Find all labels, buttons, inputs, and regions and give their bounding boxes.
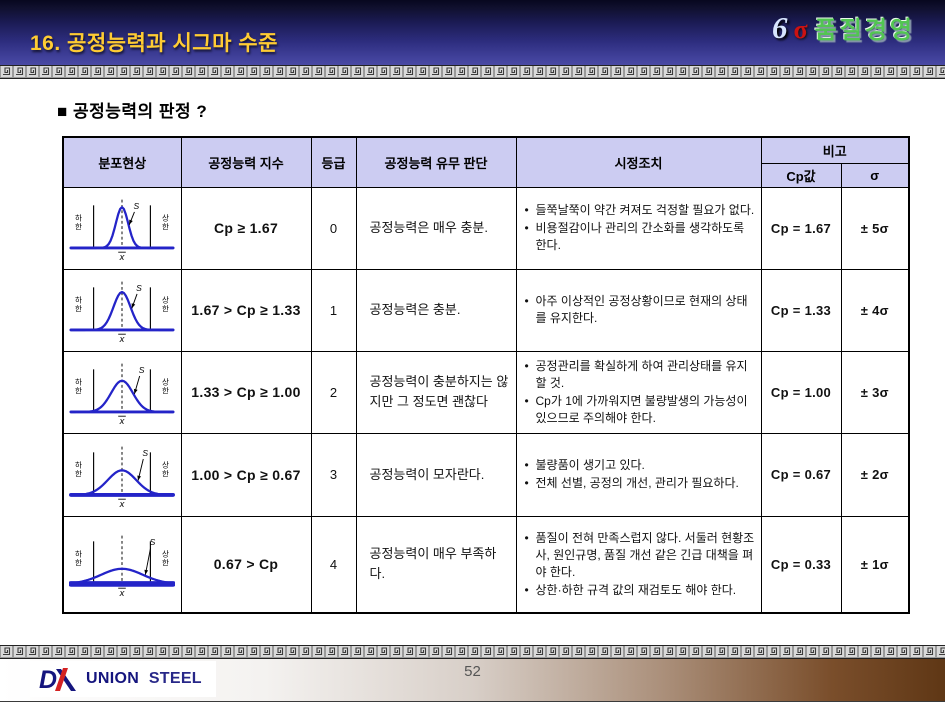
svg-text:상한: 상한 <box>162 549 169 568</box>
svg-text:S: S <box>139 365 145 375</box>
sigma-level-cell: ± 4σ <box>841 269 909 351</box>
svg-text:x: x <box>119 334 125 345</box>
cp-value-cell: Cp = 0.67 <box>761 433 841 516</box>
slide: 16. 공정능력과 시그마 수준 6 σ 품질경영 ■ 공정능력의 판정 ? <box>0 0 945 708</box>
sigma-icon: σ <box>794 15 808 45</box>
slide-title: 16. 공정능력과 시그마 수준 <box>30 27 278 57</box>
col-header-sigma: σ <box>841 163 909 187</box>
col-header-action: 시정조치 <box>516 137 761 187</box>
greek-key-border-bottom <box>0 645 945 659</box>
svg-text:하한: 하한 <box>75 549 82 568</box>
judgment-cell: 공정능력이 매우 부족하다. <box>356 516 516 613</box>
distribution-diagram-cell: 하한 상한 Sx <box>63 351 181 433</box>
svg-text:x: x <box>119 252 125 263</box>
svg-text:x: x <box>119 499 125 510</box>
bell-curve-diagram: 하한 상한 Sx <box>69 530 175 600</box>
grade-cell: 3 <box>311 433 356 516</box>
bell-curve-diagram: 하한 상한 Sx <box>69 194 175 264</box>
action-item: Cp가 1에 가까워지면 불량발생의 가능성이 있으므로 주의해야 한다. <box>525 393 757 427</box>
cp-value-cell: Cp = 1.00 <box>761 351 841 433</box>
action-item: 들쭉날쭉이 약간 켜져도 걱정할 필요가 없다. <box>525 202 757 219</box>
cp-index-cell: 1.67 > Cp ≥ 1.33 <box>181 269 311 351</box>
svg-text:상한: 상한 <box>162 212 169 231</box>
action-cell: 들쭉날쭉이 약간 켜져도 걱정할 필요가 없다. 비용절감이나 관리의 간소화를… <box>516 187 761 269</box>
distribution-diagram-cell: 하한 상한 Sx <box>63 269 181 351</box>
action-item: 불량품이 생기고 있다. <box>525 457 757 474</box>
table-row: 하한 상한 Sx 0.67 > Cp 4 공정능력이 매우 부족하다. 품질이 전혀… <box>63 516 909 613</box>
table-row: 하한 상한 Sx 1.67 > Cp ≥ 1.33 1 공정능력은 충분. 아주 이… <box>63 269 909 351</box>
col-header-grade: 등급 <box>311 137 356 187</box>
col-header-remarks: 비고 <box>761 137 909 163</box>
greek-key-border-top <box>0 65 945 79</box>
svg-text:상한: 상한 <box>162 459 169 478</box>
distribution-diagram-cell: 하한 상한 Sx <box>63 516 181 613</box>
judgment-cell: 공정능력이 충분하지는 않지만 그 정도면 괜찮다 <box>356 351 516 433</box>
sigma-level-cell: ± 5σ <box>841 187 909 269</box>
table-row: 하한 상한 Sx 1.00 > Cp ≥ 0.67 3 공정능력이 모자란다. 불량… <box>63 433 909 516</box>
cp-value-cell: Cp = 1.67 <box>761 187 841 269</box>
svg-text:S: S <box>150 538 156 548</box>
col-header-judgment: 공정능력 유무 판단 <box>356 137 516 187</box>
action-item: 품질이 전혀 만족스럽지 않다. 서둘러 현황조사, 원인규명, 품질 개선 같… <box>525 530 757 581</box>
table-header-row: 분포현상 공정능력 지수 등급 공정능력 유무 판단 시정조치 비고 <box>63 137 909 163</box>
svg-text:S: S <box>134 201 140 211</box>
brand-name: 품질경영 <box>815 10 915 45</box>
action-item: 아주 이상적인 공정상황이므로 현재의 상태를 유지한다. <box>525 293 757 327</box>
svg-text:하한: 하한 <box>75 377 82 396</box>
cp-index-cell: 1.00 > Cp ≥ 0.67 <box>181 433 311 516</box>
grade-cell: 1 <box>311 269 356 351</box>
judgment-cell: 공정능력은 충분. <box>356 269 516 351</box>
footer-bar: D UNION STEEL 52 <box>0 659 945 702</box>
sigma-level-cell: ± 1σ <box>841 516 909 613</box>
action-cell: 품질이 전혀 만족스럽지 않다. 서둘러 현황조사, 원인규명, 품질 개선 같… <box>516 516 761 613</box>
cp-value-cell: Cp = 1.33 <box>761 269 841 351</box>
bell-curve-diagram: 하한 상한 Sx <box>69 358 175 428</box>
cp-index-cell: 0.67 > Cp <box>181 516 311 613</box>
judgment-cell: 공정능력은 매우 충분. <box>356 187 516 269</box>
sigma-level-cell: ± 3σ <box>841 351 909 433</box>
action-cell: 아주 이상적인 공정상황이므로 현재의 상태를 유지한다. <box>516 269 761 351</box>
col-header-distribution: 분포현상 <box>63 137 181 187</box>
svg-text:x: x <box>119 589 125 600</box>
grade-cell: 2 <box>311 351 356 433</box>
svg-text:하한: 하한 <box>75 294 82 313</box>
cp-index-cell: Cp ≥ 1.67 <box>181 187 311 269</box>
brand-six: 6 <box>772 10 788 46</box>
bell-curve-diagram: 하한 상한 Sx <box>69 441 175 511</box>
sigma-level-cell: ± 2σ <box>841 433 909 516</box>
svg-text:하한: 하한 <box>75 212 82 231</box>
distribution-diagram-cell: 하한 상한 Sx <box>63 433 181 516</box>
cp-index-cell: 1.33 > Cp ≥ 1.00 <box>181 351 311 433</box>
cp-value-cell: Cp = 0.33 <box>761 516 841 613</box>
col-header-cp-value: Cp값 <box>761 163 841 187</box>
svg-text:S: S <box>143 448 149 458</box>
svg-text:x: x <box>119 416 125 427</box>
page-number: 52 <box>0 663 945 680</box>
action-cell: 불량품이 생기고 있다. 전체 선별, 공정의 개선, 관리가 필요하다. <box>516 433 761 516</box>
grade-cell: 4 <box>311 516 356 613</box>
table-row: 하한 상한 Sx Cp ≥ 1.67 0 공정능력은 매우 충분. 들쭉날쭉이 약간… <box>63 187 909 269</box>
action-item: 공정관리를 확실하게 하여 관리상태를 유지할 것. <box>525 358 757 392</box>
action-cell: 공정관리를 확실하게 하여 관리상태를 유지할 것. Cp가 1에 가까워지면 … <box>516 351 761 433</box>
grade-cell: 0 <box>311 187 356 269</box>
action-item: 상한·하한 규격 값의 재검토도 해야 한다. <box>525 582 757 599</box>
svg-text:S: S <box>136 283 142 293</box>
process-capability-table: 분포현상 공정능력 지수 등급 공정능력 유무 판단 시정조치 비고 Cp값 σ… <box>62 136 910 614</box>
bell-curve-diagram: 하한 상한 Sx <box>69 276 175 346</box>
table-row: 하한 상한 Sx 1.33 > Cp ≥ 1.00 2 공정능력이 충분하지는 않지… <box>63 351 909 433</box>
action-item: 비용절감이나 관리의 간소화를 생각하도록 한다. <box>525 220 757 254</box>
judgment-cell: 공정능력이 모자란다. <box>356 433 516 516</box>
title-bar: 16. 공정능력과 시그마 수준 6 σ 품질경영 <box>0 0 945 65</box>
col-header-cp-index: 공정능력 지수 <box>181 137 311 187</box>
svg-text:하한: 하한 <box>75 459 82 478</box>
distribution-diagram-cell: 하한 상한 Sx <box>63 187 181 269</box>
svg-text:상한: 상한 <box>162 377 169 396</box>
section-heading: ■ 공정능력의 판정 ? <box>57 97 207 122</box>
action-item: 전체 선별, 공정의 개선, 관리가 필요하다. <box>525 475 757 492</box>
svg-text:상한: 상한 <box>162 294 169 313</box>
six-sigma-brand: 6 σ 품질경영 <box>772 10 915 46</box>
